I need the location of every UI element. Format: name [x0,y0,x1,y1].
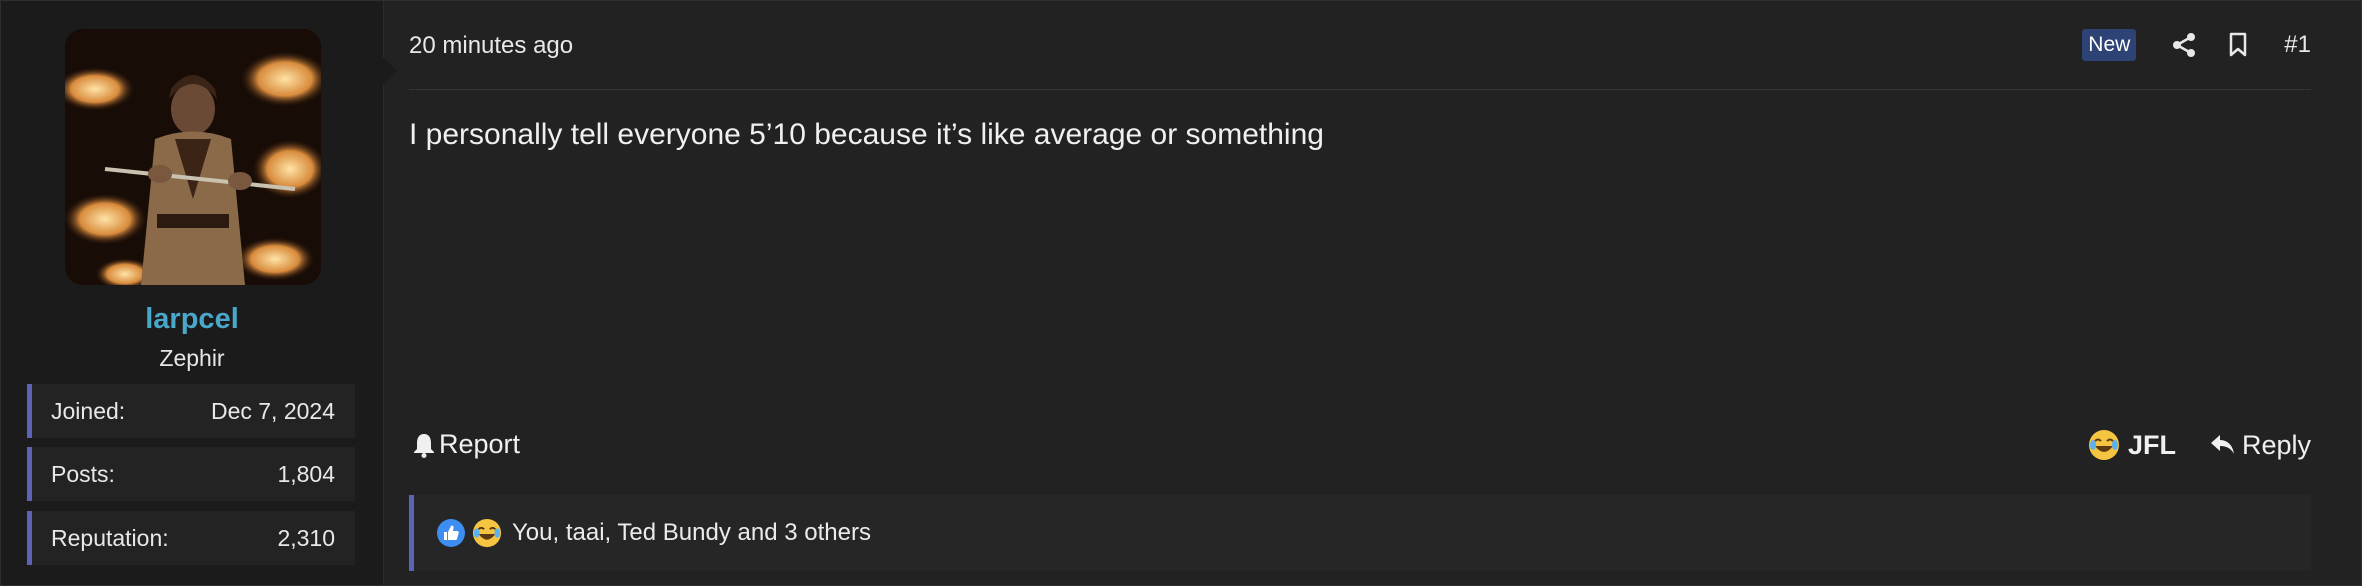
stat-reputation: Reputation: 2,310 [27,511,355,565]
post-number-link[interactable]: #1 [2284,31,2311,59]
reply-button[interactable]: Reply [2210,430,2311,461]
share-icon[interactable] [2166,27,2202,63]
avatar-image [65,29,321,285]
reply-label: Reply [2241,429,2311,460]
like-icon[interactable] [436,518,466,548]
post-header-actions: New #1 [2082,27,2311,63]
stat-label: Posts: [51,460,115,487]
post-message: I personally tell everyone 5’10 because … [409,118,1324,151]
new-badge: New [2082,29,2137,61]
reaction-icons [436,518,502,548]
bell-icon [414,433,434,458]
stat-label: Joined: [51,397,126,424]
user-info-panel: larpcel Zephir Joined: Dec 7, 2024 Posts… [1,1,397,585]
react-button[interactable]: JFL [2088,429,2176,461]
reactions-summary-link[interactable]: You, taai, Ted Bundy and 3 others [512,519,871,547]
reactions-bar: You, taai, Ted Bundy and 3 others [409,495,2311,571]
post-footer-actions: JFL Reply [2088,427,2311,463]
username-link[interactable]: larpcel [1,303,383,336]
laugh-icon[interactable] [472,518,502,548]
stat-value[interactable]: 1,804 [277,461,335,488]
avatar[interactable] [65,29,321,285]
stat-joined: Joined: Dec 7, 2024 [27,384,355,438]
laugh-icon [2088,430,2119,460]
bookmark-icon[interactable] [2220,27,2256,63]
user-title: Zephir [159,345,225,371]
header-divider [409,89,2311,90]
post-timestamp[interactable]: 20 minutes ago [409,32,573,60]
report-label: Report [439,429,521,459]
message-post: larpcel Zephir Joined: Dec 7, 2024 Posts… [0,0,2362,586]
stat-label: Reputation: [51,524,169,551]
reply-icon [2210,435,2234,454]
post-main: 20 minutes ago New #1 I personally tell … [385,1,2361,585]
react-label: JFL [2127,429,2176,460]
stat-value: 2,310 [277,524,335,551]
stat-posts: Posts: 1,804 [27,447,355,501]
report-button[interactable]: Report [413,429,520,460]
stat-value: Dec 7, 2024 [210,397,335,424]
